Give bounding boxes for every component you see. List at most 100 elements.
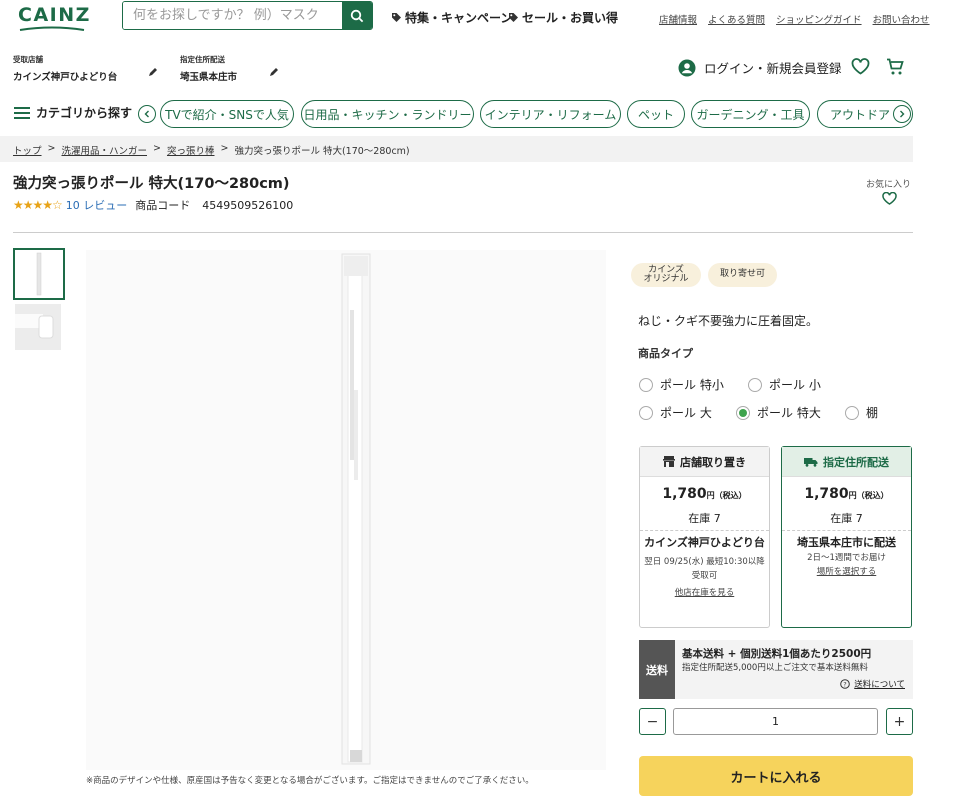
type-option-label: ポール 特小 (660, 378, 724, 392)
store-pickup-header: 店舗取り置き (640, 447, 769, 477)
thumbnail-pole[interactable] (13, 248, 65, 300)
pickup-store-label: 受取店舗 (13, 55, 43, 64)
radio-circle (845, 405, 859, 420)
card-divider (640, 530, 769, 531)
pole-product-image (341, 253, 371, 765)
type-option-label: ポール 小 (769, 378, 821, 392)
store-price-value: 1,780 (662, 486, 707, 502)
promo-sale-label: セール・お買い得 (522, 11, 619, 25)
pickup-time: 翌日 09/25(水) 最短10:30以降受取可 (644, 556, 765, 582)
login-label: ログイン・新規会員登録 (704, 61, 842, 76)
product-rating: ★★★★☆ 10 レビュー 商品コード 4549509526100 (13, 197, 293, 213)
category-chip[interactable]: ペット (627, 100, 685, 128)
delivery-price: 1,780円（税込） (782, 486, 911, 502)
promo-features-link[interactable]: 特集・キャンペーン (391, 9, 512, 26)
type-option-selected[interactable]: ポール 特大 (736, 404, 821, 421)
promo-sale-link[interactable]: セール・お買い得 (508, 9, 618, 26)
category-next-button[interactable] (893, 105, 911, 123)
breadcrumb: トップ > 洗濯用品・ハンガー > 突っ張り棒 > 強力突っ張りポール 特大(1… (13, 143, 410, 157)
breadcrumb-subcategory[interactable]: 突っ張り棒 (167, 143, 215, 157)
heart-icon[interactable] (851, 58, 870, 75)
delivery-stock: 在庫 7 (830, 512, 863, 525)
type-option[interactable]: ポール 大 (639, 404, 712, 421)
radio-circle-selected (736, 405, 750, 420)
main-product-image (86, 250, 606, 770)
breadcrumb-top[interactable]: トップ (13, 143, 42, 157)
add-to-cart-button[interactable]: カートに入れる (639, 756, 913, 796)
chevron-right-icon (900, 110, 905, 118)
thumbnail-detail[interactable] (15, 304, 61, 350)
quantity-decrease-button[interactable]: − (639, 708, 666, 735)
favorite-heart-icon[interactable] (882, 192, 897, 205)
radio-circle (748, 377, 762, 392)
delivery-eta: 2日～1週間でお届け (807, 552, 886, 563)
link-store-info[interactable]: 店舗情報 (659, 12, 697, 26)
breadcrumb-category[interactable]: 洗濯用品・ハンガー (61, 143, 147, 157)
breadcrumb-separator: > (220, 143, 229, 154)
category-chip[interactable]: TVで紹介・SNSで人気 (160, 100, 294, 128)
store-icon (663, 456, 675, 467)
pickup-store[interactable]: 受取店舗 カインズ神戸ひよどり台 (13, 54, 117, 83)
search-button[interactable] (342, 2, 372, 29)
tag-icon (509, 13, 518, 22)
link-shopping-guide[interactable]: ショッピングガイド (776, 12, 862, 26)
top-links: 店舗情報 よくある質問 ショッピングガイド お問い合わせ (659, 12, 930, 26)
product-type-label: 商品タイプ (638, 347, 693, 360)
delivery-label: 指定住所配送 (180, 55, 225, 64)
category-chip[interactable]: 日用品・キッチン・ランドリー (301, 100, 474, 128)
tax-label: （税込） (856, 491, 889, 500)
select-location-link[interactable]: 場所を選択する (782, 565, 911, 579)
shipping-info: 送料 基本送料 + 個別送料1個あたり2500円 指定住所配送5,000円以上ご… (639, 640, 913, 699)
quantity-increase-button[interactable]: + (886, 708, 913, 735)
cainz-logo[interactable]: CAINZ (18, 4, 91, 32)
radio-circle (639, 377, 653, 392)
delivery-value: 埼玉県本庄市 (180, 72, 238, 83)
shipping-free-note: 指定住所配送5,000円以上ご注文で基本送料無料 (682, 663, 868, 673)
account-icon (678, 59, 696, 76)
favorite-label: お気に入り (866, 180, 912, 190)
link-faq[interactable]: よくある質問 (708, 12, 765, 26)
link-contact[interactable]: お問い合わせ (873, 12, 930, 26)
breadcrumb-current: 強力突っ張りポール 特大(170～280cm) (234, 146, 410, 157)
promo-features-label: 特集・キャンペーン (405, 11, 513, 25)
login-link[interactable]: ログイン・新規会員登録 (678, 58, 842, 77)
product-description: ねじ・クギ不要強力に圧着固定。 (638, 314, 819, 328)
delivery-header: 指定住所配送 (782, 447, 911, 477)
store-pickup-card[interactable]: 店舗取り置き 1,780円（税込） 在庫 7 カインズ神戸ひよどり台 翌日 09… (639, 446, 770, 628)
cart-icon[interactable] (886, 58, 905, 76)
svg-text:?: ? (844, 681, 847, 689)
image-disclaimer: ※商品のデザインや仕様、原産国は予告なく変更となる場合がございます。ご指定はでき… (86, 776, 534, 786)
tax-label: （税込） (714, 491, 747, 500)
divider (13, 232, 913, 233)
detail-thumbnail-image (15, 304, 61, 350)
search-input[interactable] (123, 2, 342, 29)
pole-thumbnail-image (36, 252, 42, 296)
category-menu[interactable]: カテゴリから探す (14, 104, 132, 121)
tag-icon (392, 13, 401, 22)
category-chip[interactable]: ガーデニング・工具 (691, 100, 810, 128)
rating-stars: ★★★★☆ (13, 198, 63, 212)
tag-cainz-original: カインズ オリジナル (631, 263, 701, 287)
type-option[interactable]: 棚 (845, 404, 878, 421)
review-link[interactable]: 10 レビュー (66, 197, 128, 213)
breadcrumb-separator: > (47, 143, 56, 154)
delivery-card[interactable]: 指定住所配送 1,780円（税込） 在庫 7 埼玉県本庄市に配送 2日～1週間で… (781, 446, 912, 628)
type-option[interactable]: ポール 小 (748, 376, 821, 393)
other-store-stock-link[interactable]: 他店在庫を見る (640, 586, 769, 600)
logo-text: CAINZ (18, 4, 91, 26)
product-code: 4549509526100 (202, 198, 294, 212)
delivery-price-value: 1,780 (804, 486, 849, 502)
shipping-about-link[interactable]: ? 送料について (840, 678, 905, 690)
product-title: 強力突っ張りポール 特大(170～280cm) (13, 176, 290, 192)
category-menu-label: カテゴリから探す (36, 106, 133, 120)
category-chip[interactable]: インテリア・リフォーム (480, 100, 621, 128)
quantity-input[interactable]: 1 (673, 708, 878, 735)
store-pickup-title: 店舗取り置き (680, 455, 746, 469)
type-option[interactable]: ポール 特小 (639, 376, 724, 393)
store-name: カインズ神戸ひよどり台 (644, 536, 765, 549)
delivery-address[interactable]: 指定住所配送 埼玉県本庄市 (180, 54, 237, 83)
category-prev-button[interactable] (138, 105, 156, 123)
edit-pencil-icon[interactable] (148, 67, 158, 77)
hamburger-icon (14, 106, 30, 119)
edit-pencil-icon[interactable] (269, 67, 279, 77)
